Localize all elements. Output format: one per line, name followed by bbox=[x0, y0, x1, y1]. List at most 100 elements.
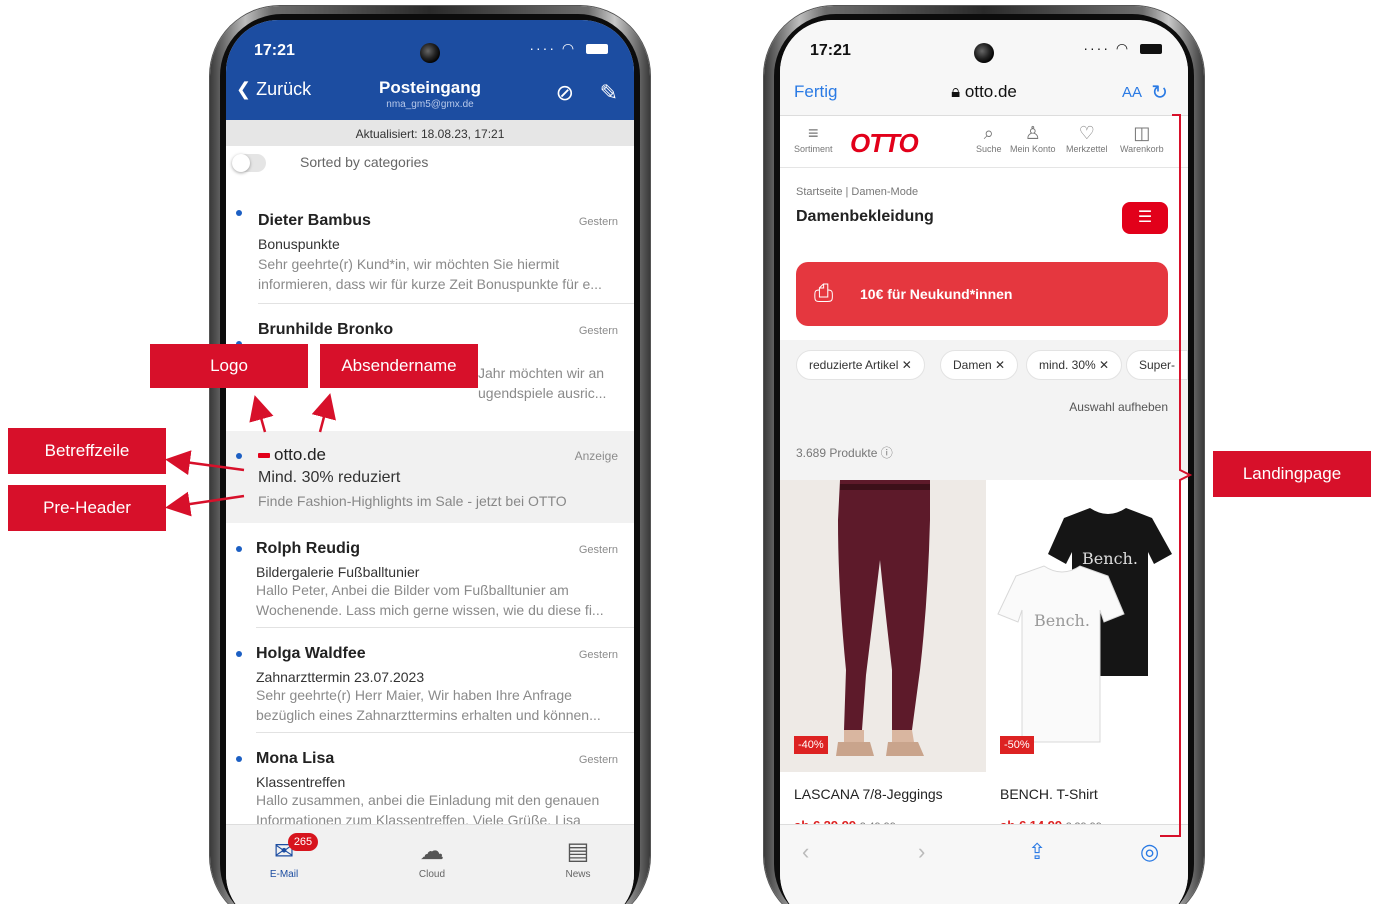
divider bbox=[256, 732, 634, 733]
nav-label: Suche bbox=[976, 144, 1002, 154]
mail-list-item[interactable]: Dieter Bambus Gestern Bonuspunkte Sehr g… bbox=[226, 196, 634, 304]
callout-sender-name: Absendername bbox=[320, 344, 478, 388]
wishlist-button[interactable]: ♡ Merkzettel bbox=[1066, 122, 1108, 154]
bench-print-text: Bench. bbox=[1082, 549, 1138, 568]
check-circle-icon[interactable]: ⊘ bbox=[556, 80, 574, 106]
mail-sender: Holga Waldfee bbox=[256, 645, 366, 662]
share-icon[interactable]: ⇪ bbox=[1028, 839, 1046, 865]
search-button[interactable]: ⌕ Suche bbox=[976, 122, 1002, 154]
mail-list-item[interactable]: Mona Lisa Gestern Klassentreffen Hallo z… bbox=[226, 734, 634, 838]
callout-subject-line: Betreffzeile bbox=[8, 428, 166, 474]
divider bbox=[258, 303, 634, 304]
callout-landing-page: Landingpage bbox=[1213, 451, 1371, 497]
info-icon: ⓘ bbox=[880, 446, 893, 460]
back-icon[interactable]: ‹ bbox=[802, 839, 809, 865]
mail-subject: Zahnarzttermin 23.07.2023 bbox=[256, 669, 425, 685]
ad-preheader: Finde Fashion-Highlights im Sale - jetzt… bbox=[258, 493, 567, 509]
preview-line: Jahr möchten wir an bbox=[478, 365, 605, 381]
updated-bar: Aktualisiert: 18.08.23, 17:21 bbox=[226, 120, 634, 146]
divider bbox=[256, 627, 634, 628]
filter-button[interactable]: ☰ bbox=[1122, 202, 1168, 234]
mail-sender: Brunhilde Bronko bbox=[258, 321, 394, 338]
filter-chip[interactable]: Super- bbox=[1126, 350, 1188, 380]
mail-app-screen: 17:21 ···· ◠ ❮ Zurück Posteingang nma_gm… bbox=[226, 20, 634, 904]
filter-icon: ☰ bbox=[1137, 209, 1153, 226]
filter-chip[interactable]: mind. 30% ✕ bbox=[1026, 350, 1123, 380]
mail-sender: Dieter Bambus bbox=[258, 212, 371, 229]
tab-email[interactable]: ✉ E-Mail 265 bbox=[244, 825, 324, 904]
tab-label: Cloud bbox=[418, 869, 446, 880]
breadcrumb[interactable]: Startseite | Damen-Mode bbox=[796, 186, 918, 198]
mail-date: Gestern bbox=[578, 216, 618, 228]
wifi-icon: ◠ bbox=[1115, 40, 1131, 56]
product-image: Bench. Bench. bbox=[986, 480, 1188, 772]
sort-toggle[interactable] bbox=[232, 154, 266, 172]
mail-list-item[interactable]: Holga Waldfee Gestern Zahnarzttermin 23.… bbox=[226, 629, 634, 733]
filter-chip[interactable]: Damen ✕ bbox=[940, 350, 1019, 380]
ad-subject: Mind. 30% reduziert bbox=[258, 469, 401, 486]
cloud-icon: ☁ bbox=[420, 838, 444, 865]
nav-label: Merkzettel bbox=[1066, 144, 1108, 154]
compose-icon[interactable]: ✎ bbox=[600, 80, 618, 106]
ad-sender: otto.de bbox=[258, 445, 326, 465]
preview-line: Sehr geehrte(r) Kund*in, wir möchten Sie… bbox=[258, 256, 560, 272]
lock-icon: 🔒︎ bbox=[951, 82, 961, 101]
unread-dot bbox=[236, 546, 242, 552]
sort-label: Sorted by categories bbox=[300, 154, 429, 170]
status-time: 17:21 bbox=[254, 42, 295, 59]
compass-icon[interactable]: ◎ bbox=[1140, 839, 1159, 865]
news-icon: ▤ bbox=[566, 838, 590, 865]
mail-date: Gestern bbox=[578, 754, 618, 766]
status-icons: ···· ◠ bbox=[529, 40, 608, 57]
preview-line: ugendspiele ausric... bbox=[478, 385, 607, 401]
bench-print-text: Bench. bbox=[1034, 611, 1090, 630]
text-size-button[interactable]: AA bbox=[1122, 84, 1142, 101]
tab-cloud[interactable]: ☁ Cloud bbox=[392, 825, 472, 904]
unread-dot bbox=[236, 453, 242, 459]
cart-button[interactable]: ◫ Warenkorb bbox=[1120, 122, 1164, 154]
deselect-filters-link[interactable]: Auswahl aufheben bbox=[1069, 400, 1168, 414]
preview-line: Hallo zusammen, anbei die Einladung mit … bbox=[256, 792, 600, 808]
preview-line: Hallo Peter, Anbei die Bilder vom Fußbal… bbox=[256, 582, 569, 598]
product-card[interactable]: Bench. Bench. -50% BENCH. T-Shirt ab € 1… bbox=[986, 480, 1188, 833]
account-button[interactable]: ♙ Mein Konto bbox=[1010, 122, 1056, 154]
product-name: LASCANA 7/8-Jeggings bbox=[794, 786, 943, 802]
search-icon: ⌕ bbox=[983, 123, 994, 143]
page-title: Damenbekleidung bbox=[796, 208, 934, 225]
forward-icon[interactable]: › bbox=[918, 839, 925, 865]
filter-chip[interactable]: reduzierte Artikel ✕ bbox=[796, 350, 925, 380]
url-text: otto.de bbox=[964, 82, 1017, 101]
browser-phone-frame: 17:21 ···· ◠ Fertig 🔒︎ otto.de AA ↻ ≡ So… bbox=[764, 6, 1204, 904]
mail-preview: Sehr geehrte(r) Herr Maier, Wir haben Ih… bbox=[256, 685, 620, 725]
status-time: 17:21 bbox=[810, 42, 851, 59]
menu-button[interactable]: ≡ Sortiment bbox=[794, 122, 833, 154]
unread-dot bbox=[236, 756, 242, 762]
preview-line: Sehr geehrte(r) Herr Maier, Wir haben Ih… bbox=[256, 687, 572, 703]
preview-line: bezüglich eines Zahnarzttermins erhalten… bbox=[256, 707, 601, 723]
mail-date: Gestern bbox=[578, 649, 618, 661]
mail-list-item[interactable]: Rolph Reudig Gestern Bildergalerie Fußba… bbox=[226, 524, 634, 628]
product-card[interactable]: -40% LASCANA 7/8-Jeggings ab € 29,99€ 49… bbox=[780, 480, 986, 833]
tab-label: News bbox=[565, 869, 591, 880]
ad-label: Anzeige bbox=[574, 449, 618, 463]
ad-mail-item[interactable]: otto.de Anzeige Mind. 30% reduziert Find… bbox=[226, 431, 634, 523]
nav-label: Mein Konto bbox=[1010, 144, 1056, 154]
tshirt-image: Bench. Bench. bbox=[986, 480, 1188, 772]
gift-icon: ⎙ bbox=[814, 280, 834, 307]
reload-icon[interactable]: ↻ bbox=[1151, 80, 1168, 105]
tab-news[interactable]: ▤ News bbox=[538, 825, 618, 904]
wifi-icon: ◠ bbox=[561, 40, 577, 56]
cart-icon: ◫ bbox=[1133, 123, 1151, 143]
mail-preview: Jahr möchten wir an ugendspiele ausric..… bbox=[478, 363, 620, 403]
mail-subject: Bildergalerie Fußballtunier bbox=[256, 564, 420, 580]
promo-text: 10€ für Neukund*innen bbox=[860, 286, 1013, 302]
signal-icon: ···· bbox=[1083, 40, 1110, 56]
mail-phone-frame: 17:21 ···· ◠ ❮ Zurück Posteingang nma_gm… bbox=[210, 6, 650, 904]
discount-badge: -40% bbox=[794, 736, 828, 754]
new-customer-banner[interactable]: ⎙ 10€ für Neukund*innen bbox=[796, 262, 1168, 326]
mail-sender: Rolph Reudig bbox=[256, 540, 360, 557]
otto-logo[interactable]: OTTO bbox=[850, 128, 919, 159]
product-count: 3.689 Produkte ⓘ bbox=[796, 444, 893, 461]
callout-logo: Logo bbox=[150, 344, 308, 388]
product-count-text: 3.689 Produkte bbox=[796, 446, 878, 460]
